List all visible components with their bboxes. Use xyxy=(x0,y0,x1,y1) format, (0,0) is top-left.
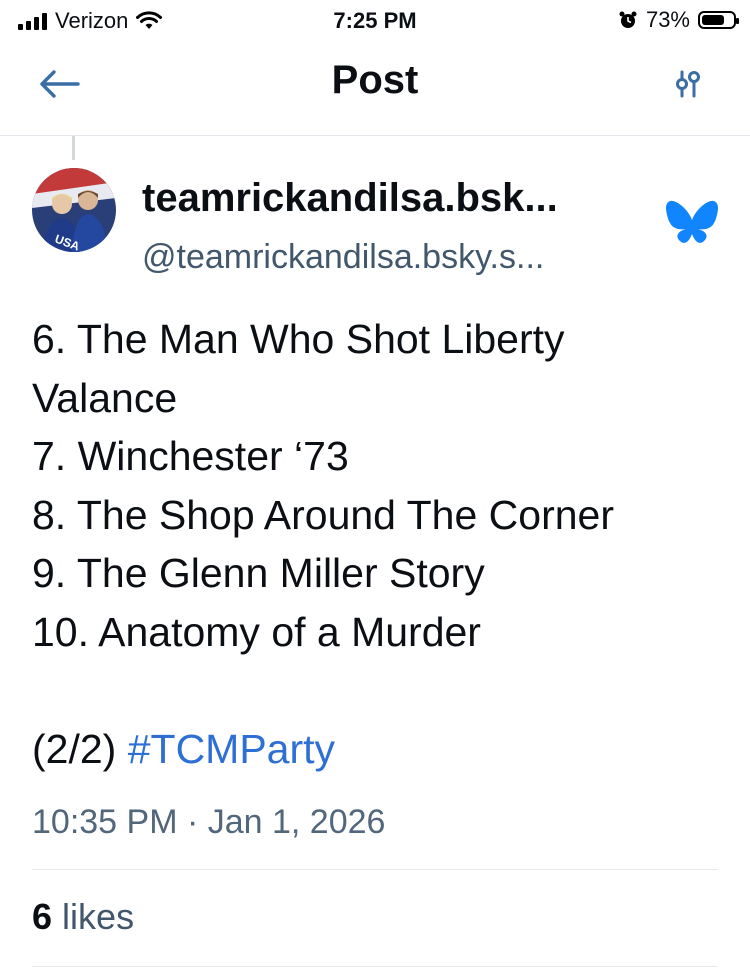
thread-connector-line xyxy=(72,136,75,160)
post-line: 10. Anatomy of a Murder xyxy=(32,608,481,655)
hashtag-link[interactable]: #TCMParty xyxy=(128,726,335,772)
avatar-image: USA xyxy=(32,168,116,252)
bluesky-butterfly-icon xyxy=(666,200,718,243)
battery-icon xyxy=(698,11,739,29)
post-line: Valance xyxy=(32,374,178,421)
likes-count: 6 xyxy=(32,896,53,937)
page-title: Post xyxy=(331,58,419,102)
battery-level xyxy=(702,15,724,25)
divider xyxy=(32,869,718,870)
avatar[interactable]: USA xyxy=(32,168,116,252)
post-line: 7. Winchester ‘73 xyxy=(32,433,349,479)
thread-settings-button[interactable] xyxy=(668,62,708,106)
post-timestamp: 10:35 PM · Jan 1, 2026 xyxy=(32,803,386,841)
author-handle[interactable]: @teamrickandilsa.bsky.s... xyxy=(142,238,544,277)
alarm-icon xyxy=(619,11,637,28)
likes-link[interactable]: 6 likes xyxy=(32,896,134,938)
post-line: 6. The Man Who Shot Liberty xyxy=(32,316,565,362)
status-bar: Verizon 7:25 PM 73% xyxy=(0,0,750,40)
post-body: 6. The Man Who Shot Liberty Valance 7. W… xyxy=(32,310,722,661)
thread-position: (2/2) xyxy=(32,726,117,772)
divider xyxy=(32,966,718,967)
post-footer-text: (2/2) #TCMParty xyxy=(32,720,335,778)
battery-percent: 73% xyxy=(645,7,690,32)
post-header: Post xyxy=(0,40,750,136)
post-line: 8. The Shop Around The Corner xyxy=(32,491,614,538)
sliders-icon xyxy=(676,70,700,98)
post-line: 9. The Glenn Miller Story xyxy=(32,550,485,596)
status-right: 73% xyxy=(618,7,739,33)
post-author[interactable]: USA teamrickandilsa.bsk... @teamrickandi… xyxy=(32,168,722,278)
likes-label: likes xyxy=(62,896,135,937)
author-display-name[interactable]: teamrickandilsa.bsk... xyxy=(142,176,558,221)
